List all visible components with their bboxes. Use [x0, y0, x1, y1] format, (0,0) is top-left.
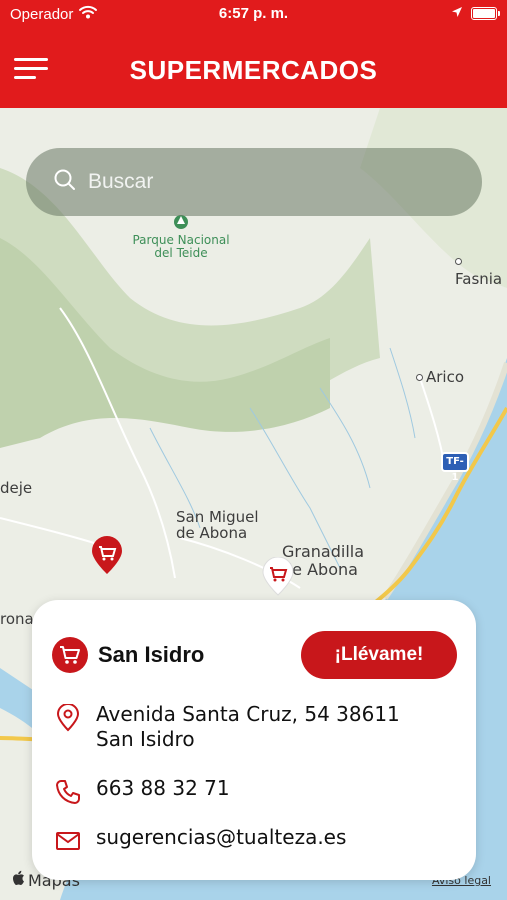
email-row[interactable]: sugerencias@tualteza.es	[52, 825, 346, 857]
search-icon	[54, 169, 76, 196]
store-email[interactable]: sugerencias@tualteza.es	[96, 825, 346, 850]
phone-icon	[52, 776, 84, 808]
store-pin-selected[interactable]	[89, 536, 125, 581]
battery-icon	[471, 7, 500, 20]
location-pin-icon	[52, 702, 84, 734]
address-row: Avenida Santa Cruz, 54 38611 San Isidro	[52, 702, 400, 752]
place-label-arona: rona	[0, 610, 34, 628]
store-pin[interactable]	[260, 556, 296, 602]
mail-icon	[52, 825, 84, 857]
store-address: Avenida Santa Cruz, 54 38611 San Isidro	[96, 702, 400, 751]
phone-row[interactable]: 663 88 32 71	[52, 776, 230, 808]
store-header: San Isidro	[52, 637, 204, 673]
place-label-park: Parque Nacional del Teide	[132, 233, 230, 260]
place-label-adeje: deje	[0, 479, 33, 497]
place-label-fasnia: Fasnia	[455, 252, 507, 288]
apple-logo-icon	[12, 870, 26, 890]
shopping-cart-icon	[52, 637, 88, 673]
place-label-san-miguel: San Miguel de Abona	[176, 508, 259, 542]
status-bar: Operador 6:57 p. m.	[0, 0, 507, 28]
search-input[interactable]	[88, 170, 448, 194]
store-name: San Isidro	[98, 642, 205, 667]
store-card: San Isidro ¡Llévame! Avenida Santa Cruz,…	[32, 600, 476, 880]
place-label-arico: Arico	[416, 368, 464, 386]
store-phone[interactable]: 663 88 32 71	[96, 776, 230, 801]
app-header: Operador 6:57 p. m. SUPERMERCADOS	[0, 0, 507, 108]
take-me-button[interactable]: ¡Llévame!	[301, 631, 457, 679]
page-title: SUPERMERCADOS	[129, 55, 378, 85]
location-arrow-icon	[451, 5, 463, 22]
status-right	[451, 5, 500, 22]
status-time: 6:57 p. m.	[218, 5, 289, 22]
search-bar[interactable]	[26, 148, 482, 216]
road-shield-tf1: TF-1	[441, 452, 469, 483]
